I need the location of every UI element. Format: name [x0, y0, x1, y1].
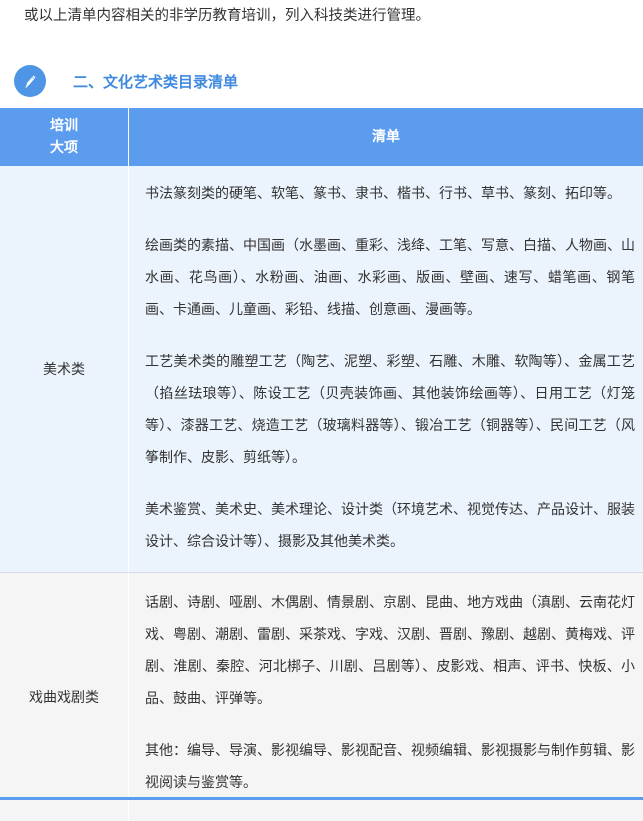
row-category: 戏曲戏剧类 — [0, 573, 129, 821]
row-list: 书法篆刻类的硬笔、软笔、篆书、隶书、楷书、行书、草书、篆刻、拓印等。 绘画类的素… — [129, 166, 643, 573]
table-row: 戏曲戏剧类 话剧、诗剧、哑剧、木偶剧、情景剧、京剧、昆曲、地方戏曲（滇剧、云南花… — [0, 573, 643, 821]
list-paragraph: 美术鉴赏、美术史、美术理论、设计类（环境艺术、视觉传达、产品设计、服装设计、综合… — [145, 494, 635, 558]
list-paragraph: 绘画类的素描、中国画（水墨画、重彩、浅绛、工笔、写意、白描、人物画、山水画、花鸟… — [145, 230, 635, 326]
header-category: 培训 大项 — [0, 108, 129, 166]
table-row: 美术类 书法篆刻类的硬笔、软笔、篆书、隶书、楷书、行书、草书、篆刻、拓印等。 绘… — [0, 166, 643, 573]
list-paragraph: 工艺美术类的雕塑工艺（陶艺、泥塑、彩塑、石雕、木雕、软陶等）、金属工艺（掐丝珐琅… — [145, 346, 635, 474]
row-list: 话剧、诗剧、哑剧、木偶剧、情景剧、京剧、昆曲、地方戏曲（滇剧、云南花灯戏、粤剧、… — [129, 573, 643, 821]
pencil-icon — [14, 65, 46, 97]
header-category-line2: 大项 — [50, 140, 78, 156]
row-category: 美术类 — [0, 166, 129, 573]
list-paragraph: 话剧、诗剧、哑剧、木偶剧、情景剧、京剧、昆曲、地方戏曲（滇剧、云南花灯戏、粤剧、… — [145, 587, 635, 715]
header-list: 清单 — [129, 108, 643, 166]
catalog-table: 培训 大项 清单 美术类 书法篆刻类的硬笔、软笔、篆书、隶书、楷书、行书、草书、… — [0, 108, 643, 821]
header-category-line1: 培训 — [50, 118, 78, 134]
intro-text: 或以上清单内容相关的非学历教育培训，列入科技类进行管理。 — [24, 4, 430, 25]
section-heading: 二、文化艺术类目录清单 — [14, 64, 238, 98]
list-paragraph: 其他：编导、导演、影视编导、影视配音、视频编辑、影视摄影与制作剪辑、影视阅读与鉴… — [145, 735, 635, 799]
section-title: 二、文化艺术类目录清单 — [73, 71, 238, 92]
list-paragraph: 书法篆刻类的硬笔、软笔、篆书、隶书、楷书、行书、草书、篆刻、拓印等。 — [145, 178, 635, 210]
table-header-row: 培训 大项 清单 — [0, 108, 643, 166]
